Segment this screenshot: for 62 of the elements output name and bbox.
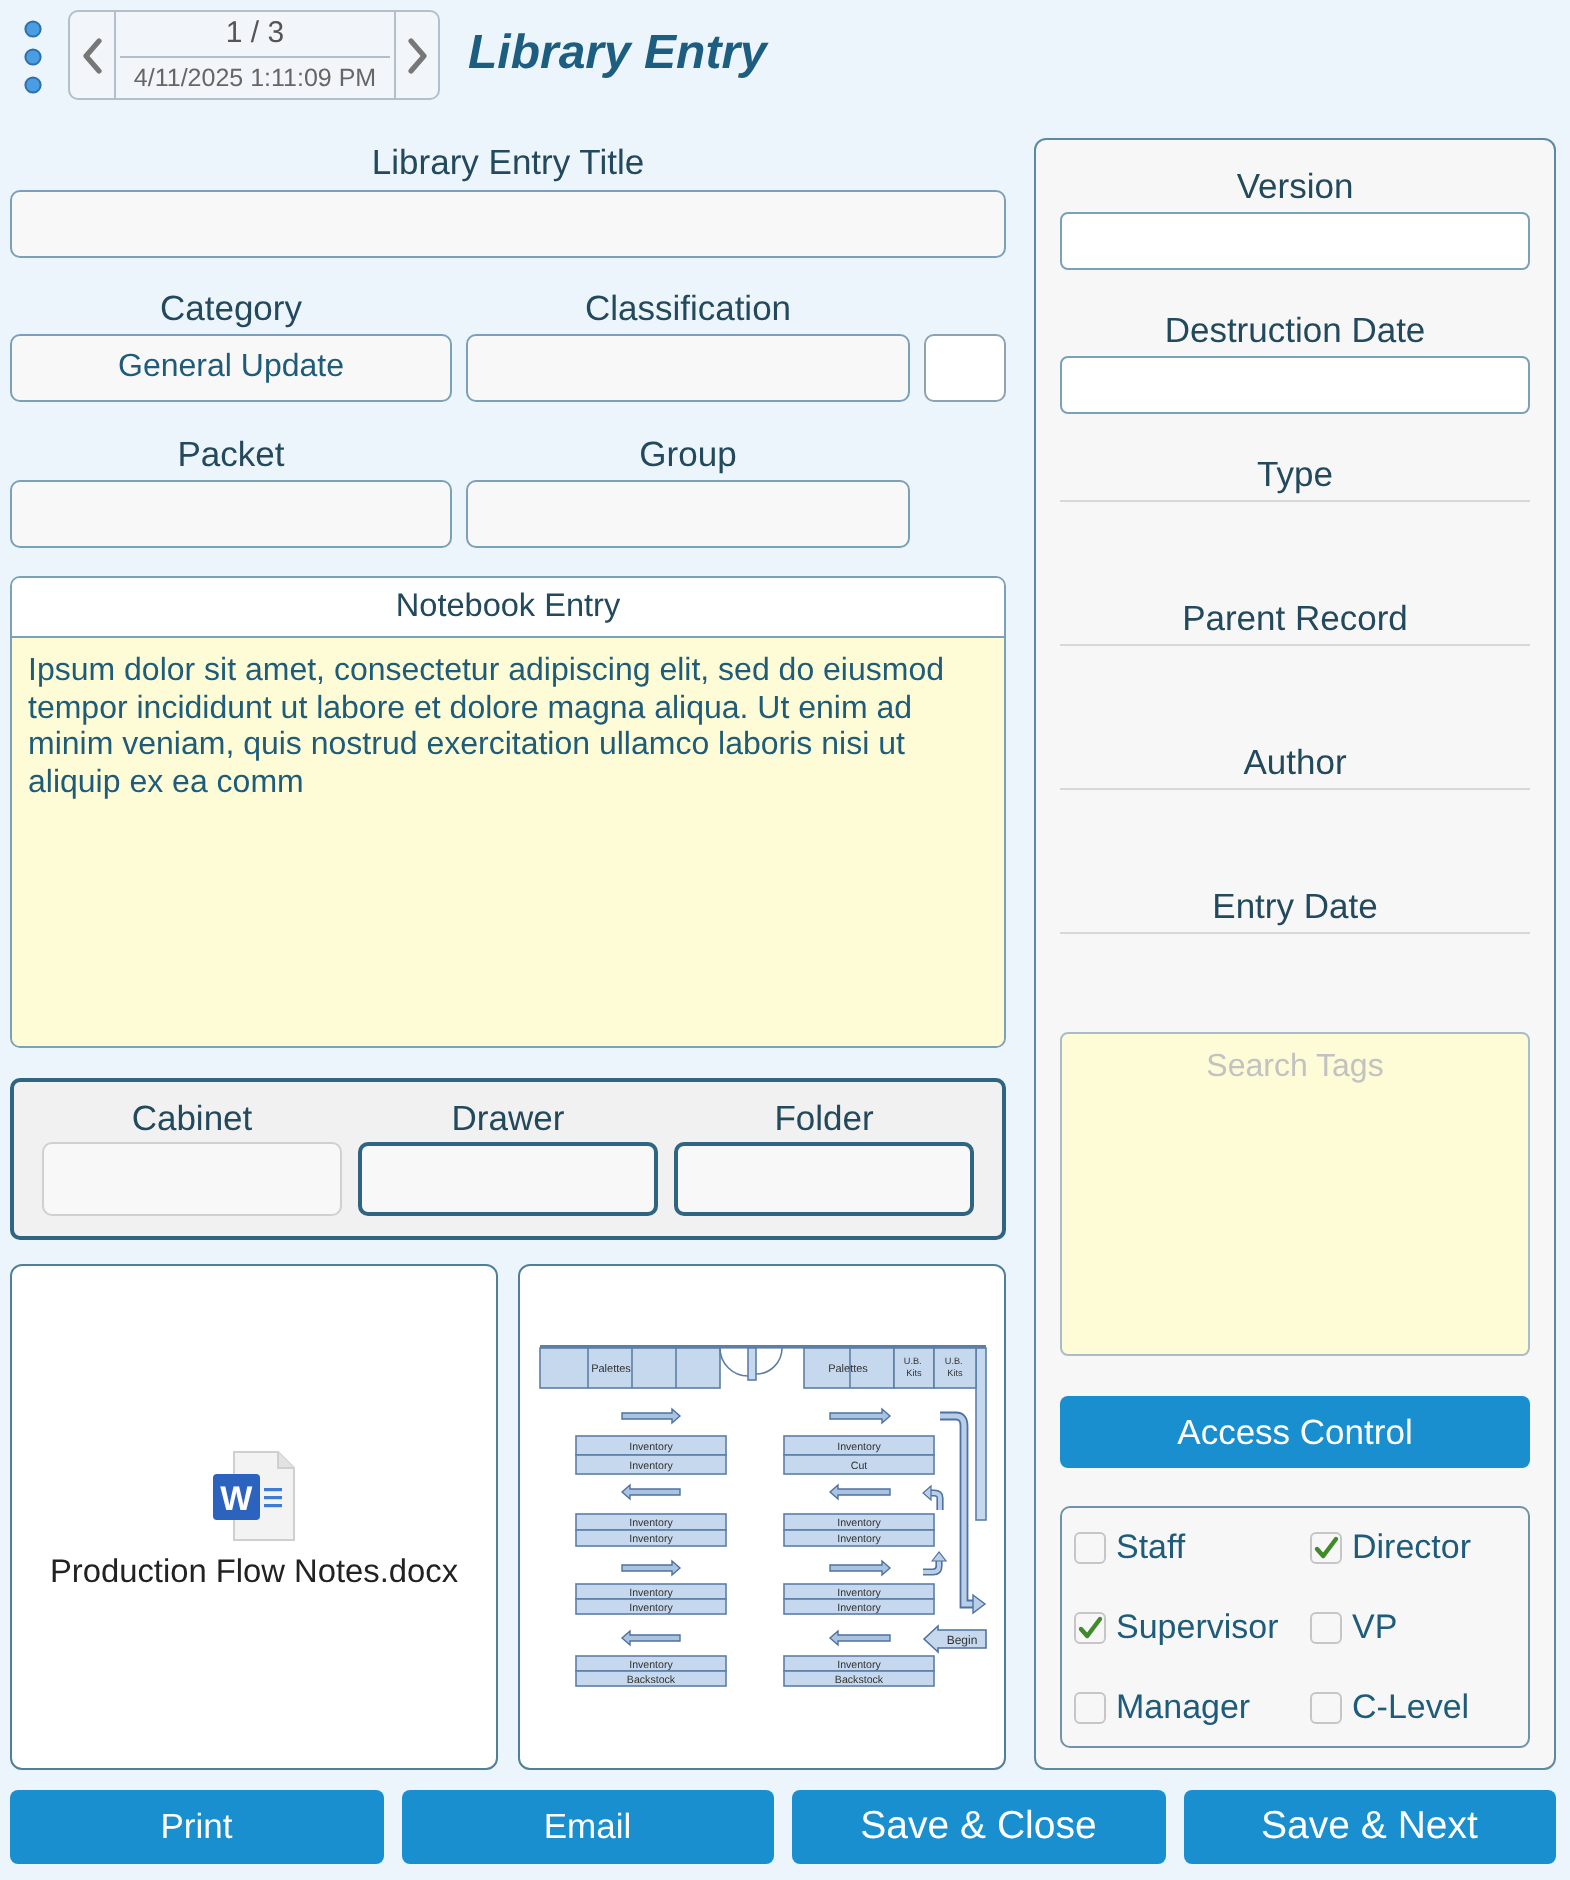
checkbox[interactable]: [1074, 1692, 1106, 1724]
checkbox-label[interactable]: Staff: [1116, 1528, 1186, 1568]
field-label: Drawer: [449, 1098, 567, 1138]
chevron-left-icon: [82, 37, 102, 73]
checkbox[interactable]: [1310, 1692, 1342, 1724]
access-control-button[interactable]: Access Control: [1060, 1396, 1530, 1468]
checkbox-label[interactable]: Supervisor: [1116, 1608, 1279, 1648]
aisle-arrow: [829, 1559, 892, 1577]
classification-field[interactable]: [466, 334, 910, 402]
aisle-arrow: [829, 1407, 892, 1425]
field-label: Group: [637, 434, 739, 474]
input-field[interactable]: [1060, 356, 1530, 414]
group-field[interactable]: [466, 480, 910, 548]
email-button[interactable]: Email: [401, 1790, 774, 1864]
aisle-arrow: [828, 1483, 891, 1501]
more-menu-icon[interactable]: [24, 20, 42, 94]
field-label: Cabinet: [129, 1098, 255, 1138]
field-label: Version: [1234, 166, 1356, 206]
small-input-field[interactable]: [924, 334, 1006, 402]
field-label: Library Entry Title: [369, 142, 647, 182]
checkbox-label[interactable]: VP: [1352, 1608, 1398, 1648]
input-field[interactable]: [1060, 212, 1530, 270]
checkbox-label[interactable]: Manager: [1116, 1688, 1251, 1728]
print-button[interactable]: Print: [10, 1790, 383, 1864]
field-label: Author: [1060, 742, 1530, 790]
checkbox[interactable]: [1310, 1532, 1342, 1564]
save-next-button[interactable]: Save & Next: [1183, 1790, 1556, 1864]
chevron-right-icon: [407, 37, 427, 73]
notebook-entry-field[interactable]: Ipsum dolor sit amet, consectetur adipiscing elit, sed do eiusmod tempor incididunt ut labore et dolore magna aliqua. Ut enim ad minim veniam, quis nostrud exercitation ullamco laboris nisi ut aliquip ex ea comm: [12, 638, 1004, 1046]
category-field[interactable]: General Update: [10, 334, 452, 402]
field-label: Classification: [582, 288, 794, 328]
checkbox-label[interactable]: C-Level: [1352, 1688, 1470, 1728]
field-label: Parent Record: [1060, 598, 1530, 646]
turn-arrow: [923, 1551, 948, 1576]
attachment-card[interactable]: W Production Flow Notes.docx: [10, 1264, 498, 1770]
field-label: Destruction Date: [1162, 310, 1428, 350]
turn-arrow: [922, 1484, 944, 1510]
title-field[interactable]: [10, 190, 1006, 258]
record-timestamp: 4/11/2025 1:11:09 PM: [120, 56, 390, 98]
packet-field[interactable]: [10, 480, 452, 548]
door-drawing: [719, 1347, 783, 1381]
storage-field[interactable]: [358, 1142, 658, 1216]
field-label: Packet: [175, 434, 287, 474]
checkbox[interactable]: [1310, 1612, 1342, 1644]
notebook-header: Notebook Entry: [12, 578, 1004, 638]
save-close-button[interactable]: Save & Close: [792, 1790, 1165, 1864]
aisle-arrow: [621, 1407, 682, 1425]
aisle-arrow: [828, 1629, 891, 1647]
file-name: Production Flow Notes.docx: [49, 1552, 459, 1592]
record-position: 1 / 3: [225, 14, 285, 54]
field-label: Entry Date: [1060, 886, 1530, 934]
field-label: Folder: [772, 1098, 876, 1138]
checkbox[interactable]: [1074, 1532, 1106, 1564]
aisle-arrow: [620, 1483, 681, 1501]
storage-field[interactable]: [674, 1142, 974, 1216]
field-label: Type: [1060, 454, 1530, 502]
aisle-arrow: [620, 1629, 681, 1647]
page-title: Library Entry: [468, 26, 767, 82]
checkbox[interactable]: [1074, 1612, 1106, 1644]
aisle-arrow: [621, 1559, 682, 1577]
checkbox-label[interactable]: Director: [1352, 1528, 1472, 1568]
field-label: Category: [157, 288, 304, 328]
